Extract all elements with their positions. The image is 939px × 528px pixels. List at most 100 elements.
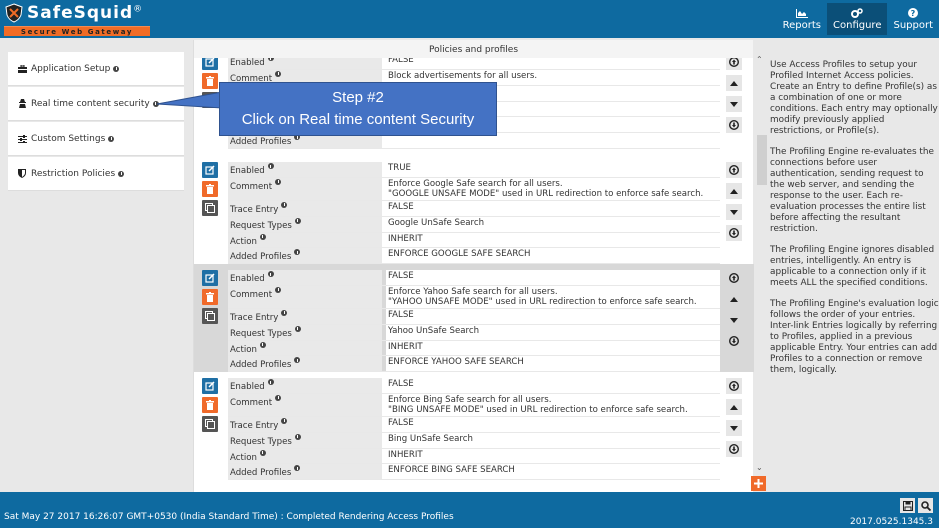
sidebar-item-restriction-policies[interactable]: Restriction Policies xyxy=(8,157,184,191)
move-top-button[interactable] xyxy=(726,378,742,394)
info-icon[interactable] xyxy=(267,379,274,385)
delete-button[interactable] xyxy=(202,397,218,413)
delete-button[interactable] xyxy=(202,289,218,305)
field-value[interactable]: INHERIT xyxy=(386,232,720,248)
move-bottom-button[interactable] xyxy=(726,441,742,457)
field-value[interactable]: ENFORCE GOOGLE SAFE SEARCH xyxy=(386,248,720,264)
field-value[interactable]: ENFORCE YAHOO SAFE SEARCH xyxy=(386,356,720,372)
field-value[interactable]: ENFORCE BING SAFE SEARCH xyxy=(386,464,720,480)
copy-button[interactable] xyxy=(202,200,218,216)
field-value[interactable]: Google UnSafe Search xyxy=(386,216,720,232)
move-top-button[interactable] xyxy=(726,270,742,286)
move-up-button[interactable] xyxy=(726,291,742,307)
sidebar-item-label: Real time content security xyxy=(31,98,150,109)
info-icon[interactable] xyxy=(275,394,282,401)
field-value[interactable]: INHERIT xyxy=(386,340,720,356)
scroll-up-arrow-icon[interactable]: ⌃ xyxy=(756,55,763,64)
save-button[interactable] xyxy=(900,498,915,513)
field-value[interactable]: FALSE xyxy=(386,200,720,216)
field-key: Trace Entry xyxy=(228,200,382,216)
sidebar-item-custom-settings[interactable]: Custom Settings xyxy=(8,122,184,156)
field-row: Comment Enforce Bing Safe search for all … xyxy=(228,393,720,417)
info-icon[interactable] xyxy=(294,249,301,256)
entry-card: Enabled FALSE Comment Enforce Bing Safe se… xyxy=(194,372,754,481)
nav-configure[interactable]: Configure xyxy=(827,3,888,35)
info-icon[interactable] xyxy=(294,325,301,332)
info-icon[interactable] xyxy=(275,70,282,77)
top-bar: SafeSquid® Secure Web Gateway Reports Co… xyxy=(0,0,939,38)
move-bottom-button[interactable] xyxy=(726,333,742,349)
copy-button[interactable] xyxy=(202,92,218,108)
edit-button[interactable] xyxy=(202,378,218,394)
scrollbar-thumb[interactable] xyxy=(757,135,767,185)
field-value[interactable]: INHERIT xyxy=(386,448,720,464)
move-down-button[interactable] xyxy=(726,96,742,112)
field-value[interactable]: Yahoo UnSafe Search xyxy=(386,324,720,340)
field-value[interactable]: Enforce Bing Safe search for all users. "… xyxy=(386,393,720,416)
edit-button[interactable] xyxy=(202,270,218,286)
info-icon[interactable] xyxy=(294,465,301,472)
info-icon[interactable] xyxy=(294,217,301,224)
move-down-button[interactable] xyxy=(726,312,742,328)
field-value[interactable]: TRUE xyxy=(386,162,720,177)
edit-button[interactable] xyxy=(202,162,218,178)
field-key: Action xyxy=(228,448,382,464)
caret-up-icon xyxy=(730,80,738,86)
edit-button[interactable] xyxy=(202,58,218,70)
edit-icon xyxy=(205,58,215,67)
field-value[interactable]: Enforce Google Safe search for all users… xyxy=(386,177,720,200)
info-icon[interactable] xyxy=(275,178,282,185)
info-icon[interactable] xyxy=(267,163,274,169)
nav-reports[interactable]: Reports xyxy=(777,3,827,35)
info-icon[interactable] xyxy=(267,271,274,277)
info-icon[interactable] xyxy=(281,309,288,316)
move-bottom-button[interactable] xyxy=(726,225,742,241)
sidebar-item-application-setup[interactable]: Application Setup xyxy=(8,52,184,86)
info-icon[interactable] xyxy=(108,135,115,142)
sidebar-item-real-time-content-security[interactable]: Real time content security xyxy=(8,87,184,121)
sidebar-item-label: Custom Settings xyxy=(31,133,106,144)
field-value[interactable]: Enforce Yahoo Safe search for all users.… xyxy=(386,285,720,308)
field-value[interactable]: FALSE xyxy=(386,58,720,69)
move-up-button[interactable] xyxy=(726,183,742,199)
info-icon[interactable] xyxy=(259,233,266,240)
info-icon[interactable] xyxy=(281,417,288,424)
move-bottom-button[interactable] xyxy=(726,117,742,133)
field-value[interactable]: FALSE xyxy=(386,270,720,285)
add-entry-button[interactable] xyxy=(751,476,766,491)
info-icon[interactable] xyxy=(281,201,288,208)
nav-support[interactable]: ? Support xyxy=(887,3,939,35)
field-value[interactable]: FALSE xyxy=(386,378,720,393)
search-button[interactable] xyxy=(918,498,933,513)
info-icon[interactable] xyxy=(152,100,159,107)
info-icon[interactable] xyxy=(267,58,274,61)
info-icon[interactable] xyxy=(294,357,301,364)
version-text: 2017.0525.1345.3 xyxy=(849,517,933,527)
field-row: Action INHERIT xyxy=(228,448,720,465)
info-icon[interactable] xyxy=(113,65,120,72)
help-scrollbar[interactable]: ⌃ ⌄ xyxy=(755,55,767,475)
move-top-button[interactable] xyxy=(726,58,742,70)
field-value[interactable]: Bing UnSafe Search xyxy=(386,432,720,448)
move-up-button[interactable] xyxy=(726,399,742,415)
edit-icon xyxy=(205,165,215,175)
move-top-button[interactable] xyxy=(726,162,742,178)
copy-button[interactable] xyxy=(202,308,218,324)
info-icon[interactable] xyxy=(275,286,282,293)
delete-button[interactable] xyxy=(202,73,218,89)
help-paragraph: The Profiling Engine's evaluation logic … xyxy=(770,299,939,375)
move-down-button[interactable] xyxy=(726,204,742,220)
scroll-down-arrow-icon[interactable]: ⌄ xyxy=(756,463,763,472)
info-icon[interactable] xyxy=(259,449,266,456)
delete-button[interactable] xyxy=(202,181,218,197)
info-icon[interactable] xyxy=(294,433,301,440)
field-value[interactable]: FALSE xyxy=(386,416,720,432)
field-value[interactable]: FALSE xyxy=(386,308,720,324)
move-down-button[interactable] xyxy=(726,420,742,436)
move-up-button[interactable] xyxy=(726,75,742,91)
copy-button[interactable] xyxy=(202,416,218,432)
callout-instruction: Click on Real time content Security xyxy=(241,111,475,128)
info-icon[interactable] xyxy=(259,341,266,348)
info-icon[interactable] xyxy=(118,170,125,177)
arrow-circle-down-icon xyxy=(729,228,739,238)
